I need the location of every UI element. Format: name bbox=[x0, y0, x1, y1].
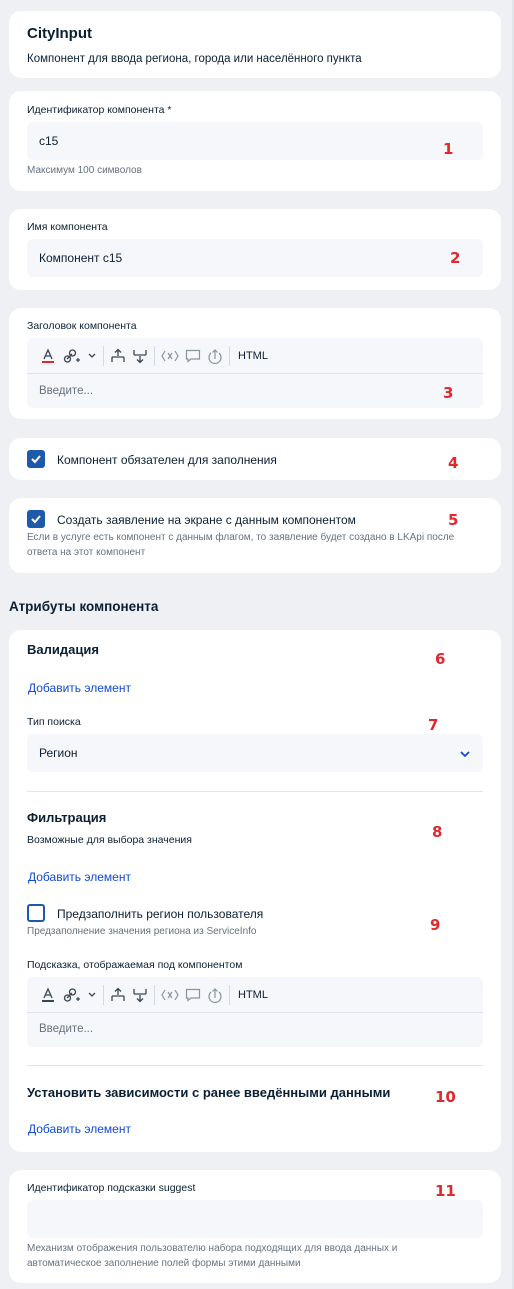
toolbar-divider bbox=[229, 345, 230, 366]
filtration-title: Фильтрация bbox=[27, 810, 107, 825]
filtration-add-element-link[interactable]: Добавить элемент bbox=[28, 870, 131, 884]
toolbar-divider bbox=[103, 984, 104, 1005]
text-color-icon[interactable] bbox=[41, 346, 55, 366]
annotation-marker-10: 10 bbox=[435, 1088, 456, 1106]
annotation-marker-9: 9 bbox=[430, 916, 441, 934]
annotation-marker-1: 1 bbox=[443, 140, 454, 158]
suggest-hint-line2: автоматическое заполнение полей формы эт… bbox=[27, 1258, 301, 1269]
required-check-card: Компонент обязателен для заполнения 4 bbox=[9, 438, 501, 480]
hint-editor-placeholder[interactable]: Введите... bbox=[39, 1023, 93, 1035]
upload-icon[interactable] bbox=[207, 985, 223, 1005]
attributes-card: Валидация 6 Добавить элемент Тип поиска … bbox=[9, 630, 501, 1152]
html-mode-button[interactable]: HTML bbox=[238, 350, 268, 362]
attributes-section-title: Атрибуты компонента bbox=[9, 599, 159, 614]
section-divider bbox=[27, 791, 483, 792]
chevron-down-icon[interactable] bbox=[87, 985, 97, 1005]
upload-icon[interactable] bbox=[207, 346, 223, 366]
annotation-marker-4: 4 bbox=[448, 454, 459, 472]
heading-rich-text-editor: HTML Введите... bbox=[27, 338, 483, 408]
insert-above-icon[interactable] bbox=[110, 985, 126, 1005]
suggest-field-card: Идентификатор подсказки suggest 11 Механ… bbox=[9, 1170, 501, 1283]
name-input[interactable]: Компонент c15 bbox=[27, 239, 483, 277]
search-type-label: Тип поиска bbox=[27, 716, 81, 728]
insert-below-icon[interactable] bbox=[132, 346, 148, 366]
search-type-select[interactable]: Регион bbox=[27, 734, 483, 772]
id-field-card: Идентификатор компонента * c15 Максимум … bbox=[9, 91, 501, 191]
annotation-marker-5: 5 bbox=[448, 511, 459, 529]
id-input-value: c15 bbox=[39, 134, 59, 148]
heading-editor-placeholder[interactable]: Введите... bbox=[39, 385, 93, 397]
toolbar-divider bbox=[154, 345, 155, 366]
name-input-value: Компонент c15 bbox=[39, 251, 123, 265]
component-type-title: CityInput bbox=[27, 25, 92, 42]
annotation-marker-6: 6 bbox=[435, 650, 446, 668]
hint-rich-text-editor: HTML Введите... bbox=[27, 977, 483, 1047]
annotation-marker-7: 7 bbox=[428, 716, 439, 734]
required-checkbox[interactable] bbox=[27, 450, 45, 468]
variable-icon[interactable] bbox=[161, 985, 179, 1005]
name-field-label: Имя компонента bbox=[27, 221, 108, 233]
statement-check-card: Создать заявление на экране с данным ком… bbox=[9, 498, 501, 573]
required-checkbox-label: Компонент обязателен для заполнения bbox=[57, 453, 277, 467]
prefill-region-hint: Предзаполнение значения региона из Servi… bbox=[27, 926, 257, 937]
dependencies-add-element-link[interactable]: Добавить элемент bbox=[28, 1122, 131, 1136]
chevron-down-icon[interactable] bbox=[87, 346, 97, 366]
suggest-field-label: Идентификатор подсказки suggest bbox=[27, 1182, 196, 1194]
suggest-hint-line1: Механизм отображения пользователю набора… bbox=[27, 1243, 398, 1254]
comment-icon[interactable] bbox=[185, 346, 201, 366]
statement-checkbox[interactable] bbox=[27, 510, 45, 528]
header-card: CityInput Компонент для ввода региона, г… bbox=[9, 11, 501, 78]
statement-hint-line1: Если в услуге есть компонент с данным фл… bbox=[27, 532, 455, 543]
variable-icon[interactable] bbox=[161, 346, 179, 366]
text-color-icon[interactable] bbox=[41, 985, 55, 1005]
html-mode-button[interactable]: HTML bbox=[238, 989, 268, 1001]
search-type-value: Регион bbox=[39, 746, 78, 760]
prefill-region-checkbox[interactable] bbox=[27, 904, 45, 922]
annotation-marker-2: 2 bbox=[450, 249, 461, 267]
toolbar-divider bbox=[154, 984, 155, 1005]
filtration-subtitle: Возможные для выбора значения bbox=[27, 834, 192, 846]
heading-field-label: Заголовок компонента bbox=[27, 320, 137, 332]
dependencies-title: Установить зависимости с ранее введённым… bbox=[27, 1085, 391, 1100]
validation-title: Валидация bbox=[27, 642, 99, 657]
hint-editor-label: Подсказка, отображаемая под компонентом bbox=[27, 959, 243, 971]
heading-field-card: Заголовок компонента HTML Введите... 3 bbox=[9, 308, 501, 419]
prefill-region-label: Предзаполнить регион пользователя bbox=[57, 907, 264, 921]
annotation-marker-3: 3 bbox=[443, 384, 454, 402]
suggest-id-input[interactable] bbox=[27, 1200, 483, 1238]
toolbar-divider bbox=[103, 345, 104, 366]
id-field-hint: Максимум 100 символов bbox=[27, 165, 142, 176]
annotation-marker-11: 11 bbox=[435, 1182, 456, 1200]
id-field-label: Идентификатор компонента * bbox=[27, 104, 172, 116]
hint-editor-toolbar: HTML bbox=[27, 977, 483, 1013]
link-add-icon[interactable] bbox=[63, 985, 81, 1005]
annotation-marker-8: 8 bbox=[432, 823, 443, 841]
insert-below-icon[interactable] bbox=[132, 985, 148, 1005]
chevron-down-icon bbox=[459, 748, 471, 762]
comment-icon[interactable] bbox=[185, 985, 201, 1005]
name-field-card: Имя компонента Компонент c15 2 bbox=[9, 209, 501, 290]
insert-above-icon[interactable] bbox=[110, 346, 126, 366]
id-input[interactable]: c15 bbox=[27, 122, 483, 160]
statement-checkbox-label: Создать заявление на экране с данным ком… bbox=[57, 513, 356, 527]
section-divider bbox=[27, 1065, 483, 1066]
toolbar-divider bbox=[229, 984, 230, 1005]
validation-add-element-link[interactable]: Добавить элемент bbox=[28, 681, 131, 695]
heading-editor-toolbar: HTML bbox=[27, 338, 483, 374]
statement-hint-line2: ответа на этот компонент bbox=[27, 547, 146, 558]
component-type-description: Компонент для ввода региона, города или … bbox=[27, 53, 362, 65]
link-add-icon[interactable] bbox=[63, 346, 81, 366]
